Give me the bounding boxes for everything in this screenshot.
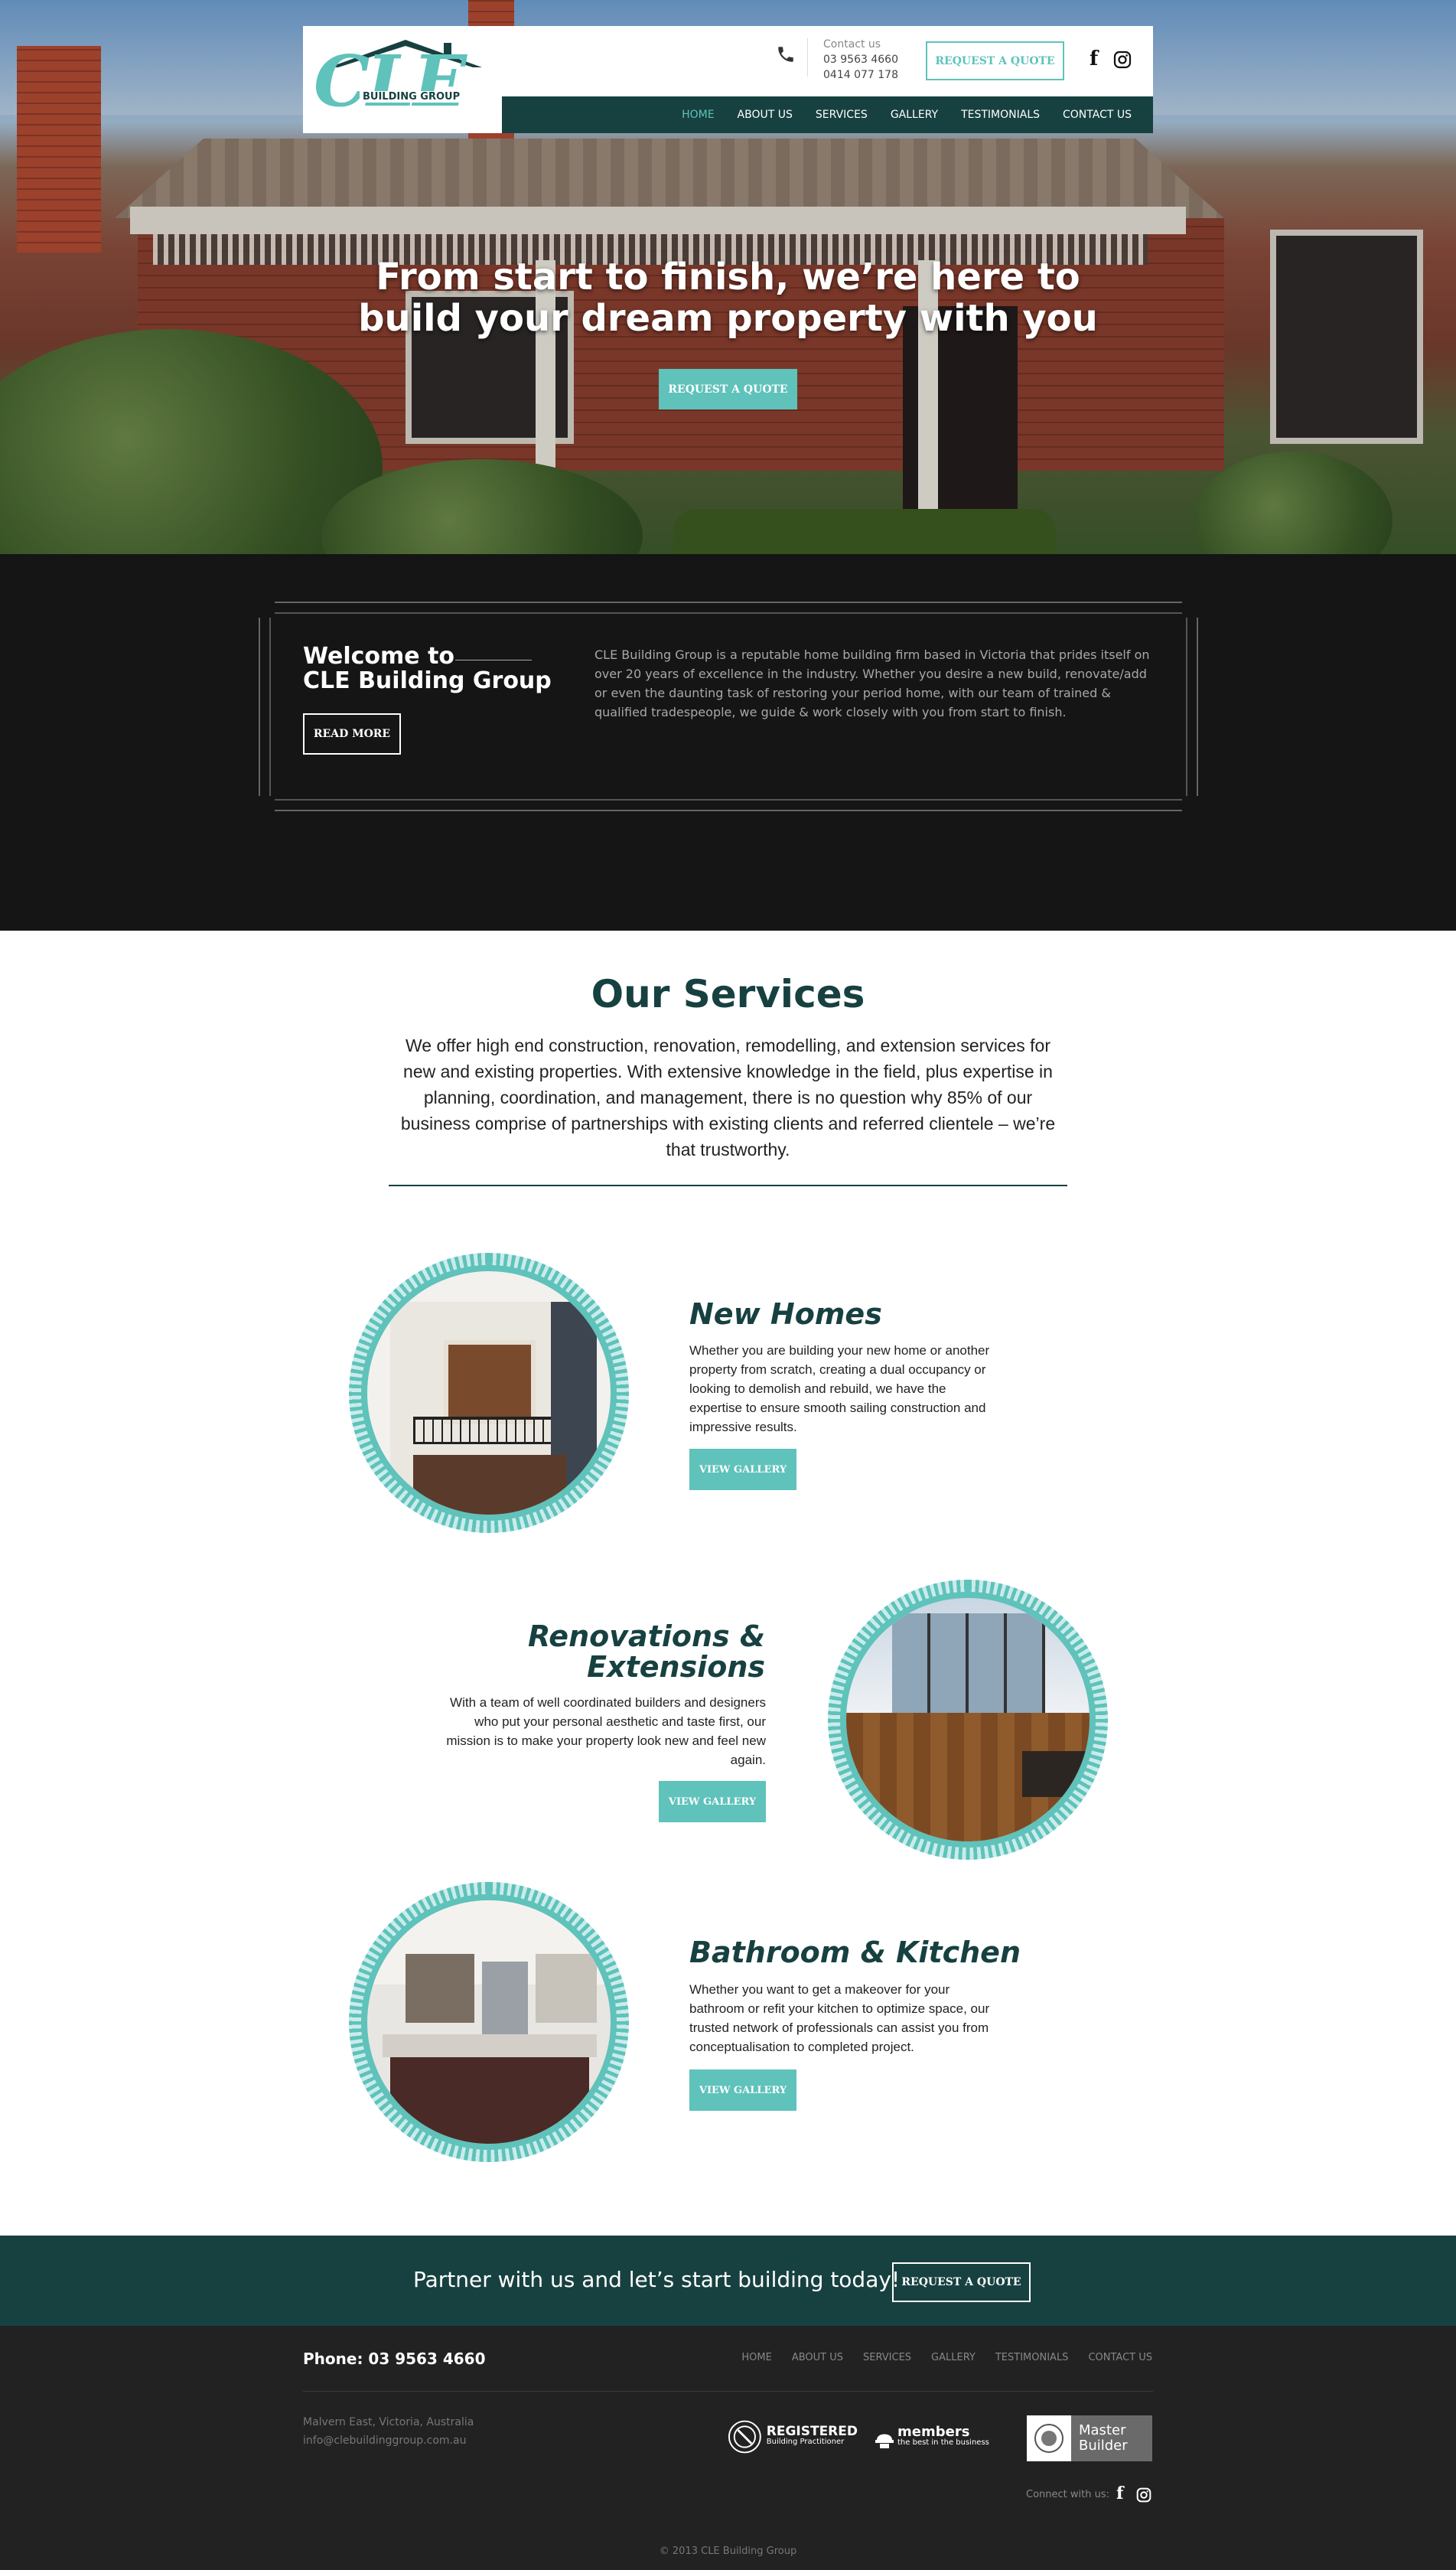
members-badge: members the best in the business (875, 2422, 1008, 2453)
hero-quote-button[interactable]: REQUEST A QUOTE (659, 369, 797, 409)
welcome-title: Welcome to CLE Building Group (303, 644, 552, 693)
partner-quote-button[interactable]: REQUEST A QUOTE (892, 2262, 1031, 2302)
footer-divider (303, 2391, 1153, 2392)
footer-address: Malvern East, Victoria, Australia (303, 2416, 474, 2428)
welcome-text: CLE Building Group is a reputable home b… (594, 647, 1150, 719)
nav-gallery[interactable]: GALLERY (891, 109, 938, 121)
kitchen-image[interactable] (349, 1882, 629, 2162)
master-builder-line-1: Master (1079, 2422, 1126, 2438)
renovations-text: With a team of well coordinated builders… (446, 1695, 766, 1767)
members-badge-title: members (897, 2424, 970, 2440)
new-homes-text: Whether you are building your new home o… (689, 1343, 990, 1434)
connect-label: Connect with us: (1026, 2489, 1109, 2500)
members-helmet-icon (875, 2434, 894, 2448)
read-more-button[interactable]: READ MORE (303, 713, 401, 755)
instagram-icon[interactable] (1113, 51, 1132, 69)
phone-icon (778, 47, 793, 62)
services-divider (389, 1185, 1067, 1186)
services-intro: We offer high end construction, renovati… (400, 1036, 1056, 1159)
renovations-image[interactable] (828, 1580, 1108, 1860)
kitchen-gallery-button[interactable]: VIEW GALLERY (689, 2069, 796, 2111)
logo-subtitle: BUILDING GROUP (360, 91, 464, 103)
master-builder-seal (1027, 2415, 1071, 2461)
footer-nav-about-us[interactable]: ABOUT US (792, 2352, 843, 2363)
new-homes-title: New Homes (689, 1297, 882, 1331)
footer-nav-testimonials[interactable]: TESTIMONIALS (995, 2352, 1069, 2363)
registered-badge-title: REGISTERED (766, 2424, 858, 2439)
renovations-gallery-button[interactable]: VIEW GALLERY (659, 1781, 766, 1822)
hero-title-line-1: From start to finish, we’re here to (376, 256, 1080, 298)
registered-badge-subtitle: Building Practitioner (766, 2438, 845, 2446)
renovations-title-line-2: Extensions (587, 1650, 765, 1684)
members-badge-subtitle: the best in the business (897, 2438, 989, 2447)
frame-corner (258, 601, 275, 618)
copyright: © 2013 CLE Building Group (659, 2546, 797, 2557)
instagram-icon[interactable] (1136, 2487, 1151, 2503)
facebook-icon[interactable]: f (1116, 2484, 1123, 2503)
master-builder-seal-icon (1034, 2424, 1063, 2453)
kitchen-text: Whether you want to get a makeover for y… (689, 1982, 990, 2054)
facebook-icon[interactable]: f (1090, 47, 1098, 70)
contact-divider (807, 38, 808, 77)
footer-nav-gallery[interactable]: GALLERY (931, 2352, 976, 2363)
contact-phone-2[interactable]: 0414 077 178 (823, 69, 898, 81)
footer-phone[interactable]: Phone: 03 9563 4660 (303, 2350, 486, 2368)
nav-services[interactable]: SERVICES (816, 109, 868, 121)
nav-contact-us[interactable]: CONTACT US (1063, 109, 1132, 121)
footer-nav-contact-us[interactable]: CONTACT US (1088, 2352, 1152, 2363)
footer-nav-services[interactable]: SERVICES (863, 2352, 911, 2363)
nav-testimonials[interactable]: TESTIMONIALS (961, 109, 1040, 121)
footer-nav-home[interactable]: HOME (741, 2352, 771, 2363)
registered-practitioner-badge: REGISTERED Building Practitioner (728, 2418, 858, 2455)
new-homes-image[interactable] (349, 1253, 629, 1533)
welcome-title-line-1: Welcome to (303, 643, 455, 670)
master-builder-badge: Master Builder (1027, 2415, 1152, 2461)
partner-text: Partner with us and let’s start building… (413, 2267, 901, 2292)
frame-corner (1182, 796, 1199, 813)
footer-nav: HOME ABOUT US SERVICES GALLERY TESTIMONI… (727, 2352, 1152, 2363)
new-homes-gallery-button[interactable]: VIEW GALLERY (689, 1449, 796, 1490)
master-builder-line-2: Builder (1079, 2438, 1128, 2454)
hero-title: From start to finish, we’re here to buil… (0, 256, 1456, 339)
contact-phone-1[interactable]: 03 9563 4660 (823, 54, 898, 66)
contact-label: Contact us (823, 38, 881, 51)
renovations-title: Renovations & Extensions (428, 1621, 765, 1682)
main-nav: HOME ABOUT US SERVICES GALLERY TESTIMONI… (502, 96, 1153, 133)
footer-email[interactable]: info@clebuildinggroup.com.au (303, 2435, 466, 2447)
services-title: Our Services (591, 972, 865, 1016)
frame-corner (258, 796, 275, 813)
hero-title-line-2: build your dream property with you (358, 297, 1098, 340)
welcome-title-line-2: CLE Building Group (303, 667, 552, 694)
renovations-title-line-1: Renovations & (527, 1619, 765, 1653)
header-quote-button[interactable]: REQUEST A QUOTE (926, 41, 1064, 80)
registered-seal-icon (728, 2420, 761, 2454)
logo-text: CLE (314, 40, 467, 122)
frame-corner (1182, 601, 1199, 618)
nav-about-us[interactable]: ABOUT US (738, 109, 793, 121)
nav-home[interactable]: HOME (682, 109, 714, 121)
kitchen-title: Bathroom & Kitchen (689, 1936, 1021, 1969)
